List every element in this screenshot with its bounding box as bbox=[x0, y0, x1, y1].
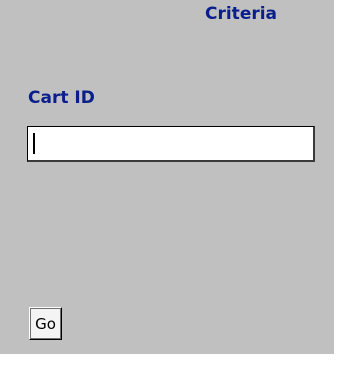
cart-id-label: Cart ID bbox=[28, 88, 95, 108]
go-button[interactable]: Go bbox=[29, 307, 62, 340]
cart-id-input[interactable] bbox=[27, 126, 315, 162]
text-caret bbox=[33, 133, 35, 154]
page-title: Criteria bbox=[205, 4, 278, 24]
criteria-panel: Criteria Cart ID Go bbox=[0, 0, 334, 354]
